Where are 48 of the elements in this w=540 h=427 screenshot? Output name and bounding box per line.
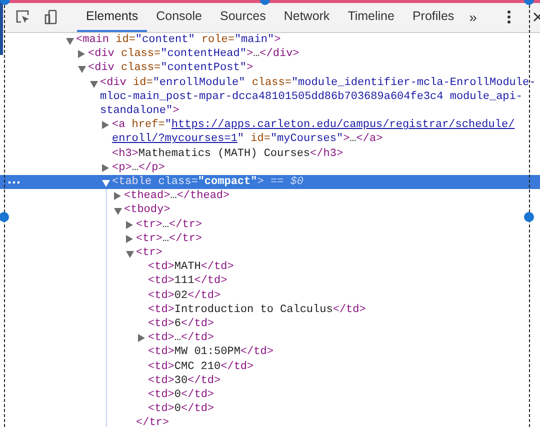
dom-node-line[interactable]: <td>MATH</td>: [148, 260, 234, 274]
expand-toggle-icon[interactable]: [66, 38, 74, 45]
dom-node-line[interactable]: <td>0</td>: [148, 388, 214, 402]
more-tabs-button[interactable]: »: [463, 5, 483, 29]
expand-toggle-icon[interactable]: [114, 208, 122, 216]
dom-node-line[interactable]: <td>0</td>: [148, 402, 214, 416]
panel-tab[interactable]: Network: [274, 2, 339, 32]
expand-toggle-icon[interactable]: [126, 251, 134, 258]
dom-node-line[interactable]: <td>30</td>: [148, 374, 221, 388]
panel-tab[interactable]: Timeline: [338, 2, 404, 32]
dom-node-line[interactable]: <tr>: [136, 246, 162, 260]
dom-node-line[interactable]: <div id="enrollModule" class="module_identifier-mcla-EnrollModule-mloc-main_post-mpar-dcca48101505dd86b703689a604fe3c4 module_api-standalone">: [100, 76, 536, 118]
close-icon[interactable]: [532, 12, 540, 22]
ellipsis-icon[interactable]: [8, 181, 20, 184]
dom-node-line[interactable]: <td>Introduction to Calculus</td>: [148, 302, 366, 318]
dom-node-line[interactable]: <h3>Mathematics (MATH) Courses</h3>: [112, 146, 344, 161]
inspect-cursor-icon[interactable]: [15, 9, 31, 25]
dom-node-line[interactable]: <tbody>: [124, 203, 170, 218]
dom-node-line[interactable]: <div class="contentHead">…</div>: [88, 47, 300, 62]
dom-node-line[interactable]: <td>02</td>: [148, 288, 221, 303]
dom-node-line[interactable]: <a href="https://apps.carleton.edu/campus/registrar/schedule/ enroll/?mycourses=1" id="myCourses">…</a>: [112, 118, 536, 147]
dom-node-line[interactable]: <div class="contentPost">: [88, 61, 254, 76]
dom-node-line[interactable]: <td>CMC 210</td>: [148, 360, 254, 374]
url-link[interactable]: https://apps.carleton.edu/campus/registrar/schedule/: [171, 119, 515, 132]
dom-node-line[interactable]: <td>111</td>: [148, 274, 228, 289]
expand-toggle-icon[interactable]: [114, 192, 121, 200]
dom-node-line[interactable]: <thead>…</thead>: [124, 189, 230, 204]
panel-tab[interactable]: Console: [147, 2, 211, 32]
dom-node-line[interactable]: <td>MW 01:50PM</td>: [148, 345, 274, 360]
dom-node-line[interactable]: </tr>: [136, 416, 170, 427]
expand-toggle-icon[interactable]: [90, 80, 98, 88]
url-link[interactable]: enroll/?mycourses=1: [112, 133, 238, 146]
expand-toggle-icon[interactable]: [126, 220, 133, 229]
dom-node-line[interactable]: <main id="content" role="main">: [76, 33, 281, 48]
expand-toggle-icon[interactable]: [126, 234, 133, 243]
dom-node-line[interactable]: <p>…</p>: [112, 160, 165, 176]
dom-node-line[interactable]: <tr>…</tr>: [136, 232, 202, 246]
expand-toggle-icon[interactable]: [102, 121, 109, 130]
expand-toggle-icon[interactable]: [78, 66, 86, 74]
dom-node-line[interactable]: <td>…</td>: [148, 331, 214, 346]
expand-toggle-icon[interactable]: [138, 334, 145, 342]
dom-node-line[interactable]: <td>6</td>: [148, 317, 214, 332]
expand-toggle-icon[interactable]: [78, 50, 85, 58]
menu-icon[interactable]: [506, 10, 511, 24]
panel-tab[interactable]: Profiles: [403, 2, 464, 32]
panel-tab[interactable]: Sources: [210, 2, 275, 32]
device-icon[interactable]: [43, 9, 59, 25]
dom-node-line[interactable]: <tr>…</tr>: [136, 218, 202, 232]
